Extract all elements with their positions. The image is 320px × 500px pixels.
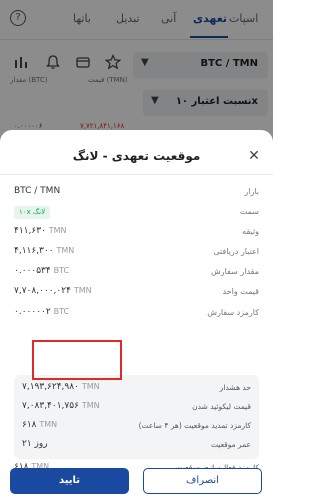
info-value: ۷,۰۸۳,۴۰۱,۷۵۶ TMN xyxy=(22,401,100,411)
info-value: ۲۱ روز xyxy=(22,439,48,449)
detail-value: BTC / TMN xyxy=(14,186,61,196)
long-side-badge: ۱۰x لانگ xyxy=(14,206,51,219)
info-value: ۷,۱۹۳,۶۲۴,۹۸۰ TMN xyxy=(22,382,100,392)
detail-label: اعتبار دریافتی xyxy=(213,247,259,256)
risk-info-box: حد هشدار ۷,۱۹۳,۶۲۴,۹۸۰ TMN قیمت لیکوئید … xyxy=(14,375,259,459)
detail-label: بازار xyxy=(244,187,259,196)
info-label: قیمت لیکوئید شدن xyxy=(192,402,251,411)
cancel-button[interactable]: انصراف xyxy=(143,468,262,494)
detail-row-unit-price: قیمت واحد ۷,۷۰۸,۰۰۰,۰۲۴ TMN xyxy=(0,285,273,301)
detail-row-order-amount: مقدار سفارش ۰.۰۰۰۵۳۴ BTC xyxy=(0,265,273,281)
divider xyxy=(0,174,273,175)
margin-position-sheet: موقعیت تعهدی - لانگ ✕ بازار BTC / TMN سم… xyxy=(0,130,273,500)
detail-label: مقدار سفارش xyxy=(211,267,259,276)
sheet-title: موقعیت تعهدی - لانگ xyxy=(72,149,201,163)
info-row-extension-fee: کارمزد تمدید موقعیت (هر ۴ ساعت) ۶۱۸ TMN xyxy=(14,419,259,435)
detail-label: کارمزد سفارش xyxy=(207,308,259,317)
detail-label: قیمت واحد xyxy=(222,287,260,296)
close-icon[interactable]: ✕ xyxy=(245,147,263,165)
info-label: حد هشدار xyxy=(219,383,251,392)
detail-label: وثیقه xyxy=(242,227,259,236)
detail-row-collateral: وثیقه ۴۱۱,۶۳۰ TMN xyxy=(0,225,273,241)
detail-value: ۰.۰۰۰۵۳۴ BTC xyxy=(14,266,70,276)
detail-value: ۷,۷۰۸,۰۰۰,۰۲۴ TMN xyxy=(14,286,92,296)
confirm-button[interactable]: تایید xyxy=(10,468,129,494)
detail-value: ۴,۱۱۶,۳۰۰ TMN xyxy=(14,246,75,256)
detail-label: سمت xyxy=(239,207,259,216)
detail-row-market: بازار BTC / TMN xyxy=(0,185,273,201)
info-row-liquidation-price: قیمت لیکوئید شدن ۷,۰۸۳,۴۰۱,۷۵۶ TMN xyxy=(14,400,259,416)
info-label: عمر موقعیت xyxy=(210,440,251,449)
detail-value: ۴۱۱,۶۳۰ TMN xyxy=(14,226,67,236)
info-label: کارمزد تمدید موقعیت (هر ۴ ساعت) xyxy=(138,421,251,430)
info-value: ۶۱۸ TMN xyxy=(22,420,58,430)
detail-row-credit: اعتبار دریافتی ۴,۱۱۶,۳۰۰ TMN xyxy=(0,245,273,261)
detail-row-order-fee: کارمزد سفارش ۰.۰۰۰۰۰۲ BTC xyxy=(0,306,273,322)
info-row-warning-limit: حد هشدار ۷,۱۹۳,۶۲۴,۹۸۰ TMN xyxy=(14,381,259,397)
detail-value: ۰.۰۰۰۰۰۲ BTC xyxy=(14,307,70,317)
info-row-position-lifetime: عمر موقعیت ۲۱ روز xyxy=(14,438,259,454)
detail-row-side: سمت ۱۰x لانگ xyxy=(0,205,273,221)
highlight-box xyxy=(32,340,122,380)
